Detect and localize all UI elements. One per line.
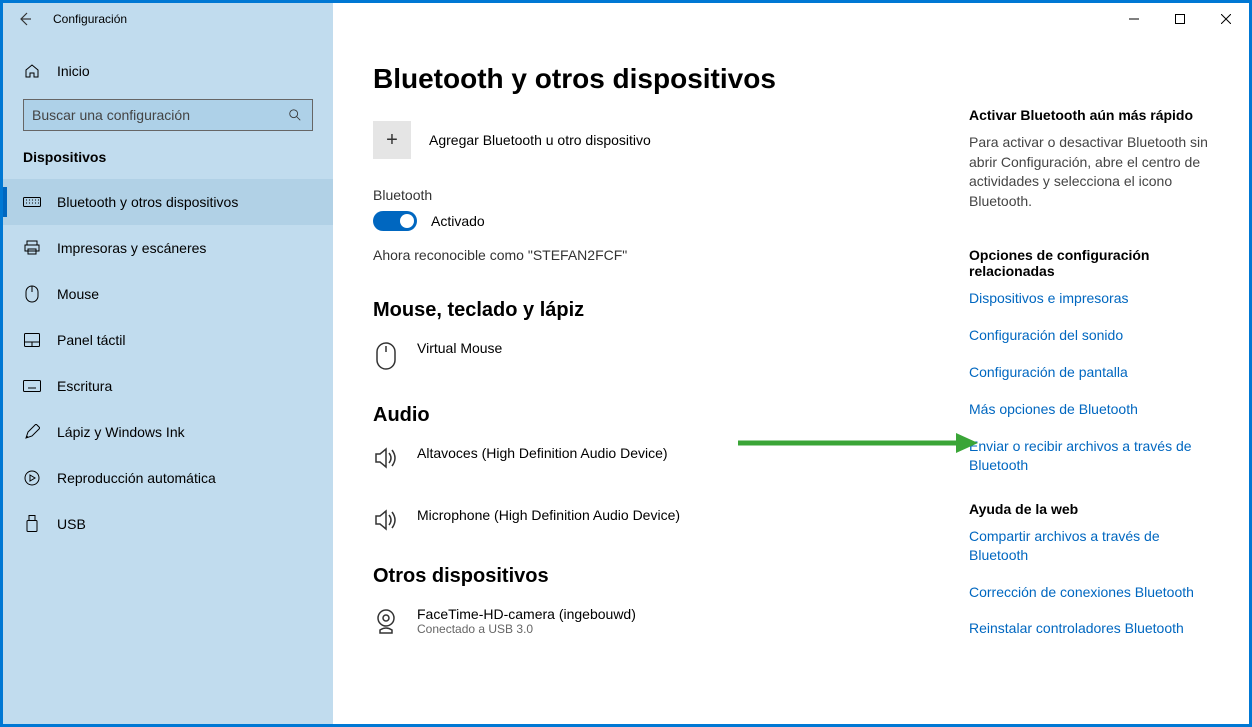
touchpad-icon [23,333,41,347]
typing-icon [23,380,41,392]
minimize-icon [1129,14,1139,24]
section-audio-heading: Audio [373,404,929,427]
section-other-heading: Otros dispositivos [373,565,929,588]
close-icon [1221,14,1231,24]
device-speakers[interactable]: Altavoces (High Definition Audio Device) [373,441,929,473]
sidebar-item-typing[interactable]: Escritura [3,363,333,409]
search-input[interactable] [32,107,288,123]
device-microphone[interactable]: Microphone (High Definition Audio Device… [373,503,929,535]
home-icon [23,63,41,79]
maximize-button[interactable] [1157,3,1203,35]
sidebar-item-label: Mouse [57,286,99,302]
pen-icon [23,424,41,440]
back-button[interactable] [3,3,47,35]
search-icon [288,108,304,122]
device-label: Microphone (High Definition Audio Device… [417,507,680,523]
link-fix-bt[interactable]: Corrección de conexiones Bluetooth [969,583,1209,602]
sidebar-item-printers[interactable]: Impresoras y escáneres [3,225,333,271]
sidebar-item-label: Lápiz y Windows Ink [57,424,185,440]
right-panel: Activar Bluetooth aún más rápido Para ac… [969,63,1209,704]
link-devices-printers[interactable]: Dispositivos e impresoras [969,289,1209,308]
bluetooth-label: Bluetooth [373,187,929,203]
sidebar-item-label: Impresoras y escáneres [57,240,206,256]
tip-text: Para activar o desactivar Bluetooth sin … [969,133,1209,211]
maximize-icon [1175,14,1185,24]
search-box[interactable] [23,99,313,131]
mouse-icon [23,285,41,303]
home-label: Inicio [57,63,90,79]
link-display-settings[interactable]: Configuración de pantalla [969,363,1209,382]
plus-icon: + [373,121,411,159]
sidebar-item-label: Panel táctil [57,332,125,348]
minimize-button[interactable] [1111,3,1157,35]
settings-window: Configuración Inicio [3,3,1249,724]
bluetooth-toggle-row: Activado [373,211,929,231]
device-label: Virtual Mouse [417,340,502,356]
keyboard-icon [23,195,41,209]
main-content: Bluetooth y otros dispositivos + Agregar… [373,63,929,704]
sidebar: Inicio Dispositivos Bluetooth y otros di… [3,35,333,724]
device-label: Altavoces (High Definition Audio Device) [417,445,668,461]
sidebar-item-autoplay[interactable]: Reproducción automática [3,455,333,501]
bluetooth-toggle[interactable] [373,211,417,231]
device-camera[interactable]: FaceTime-HD-camera (ingebouwd) Conectado… [373,602,929,640]
speaker-icon [373,445,399,469]
close-button[interactable] [1203,3,1249,35]
sidebar-item-label: USB [57,516,86,532]
section-mouse-heading: Mouse, teclado y lápiz [373,299,929,322]
sidebar-group: Dispositivos [3,149,333,179]
arrow-left-icon [17,11,33,27]
usb-icon [23,515,41,533]
sidebar-item-bluetooth[interactable]: Bluetooth y otros dispositivos [3,179,333,225]
link-send-receive-bt[interactable]: Enviar o recibir archivos a través de Bl… [969,437,1209,475]
titlebar: Configuración [3,3,1249,35]
speaker-icon [373,507,399,531]
sidebar-item-label: Bluetooth y otros dispositivos [57,194,238,210]
sidebar-item-label: Reproducción automática [57,470,216,486]
window-title: Configuración [47,12,127,26]
add-device-button[interactable]: + Agregar Bluetooth u otro dispositivo [373,121,929,159]
help-heading: Ayuda de la web [969,501,1209,517]
content: Inicio Dispositivos Bluetooth y otros di… [3,35,1249,724]
webcam-icon [373,606,399,634]
related-heading: Opciones de configuración relacionadas [969,247,1209,279]
device-virtual-mouse[interactable]: Virtual Mouse [373,336,929,374]
sidebar-item-pen[interactable]: Lápiz y Windows Ink [3,409,333,455]
sidebar-item-label: Escritura [57,378,112,394]
sidebar-item-touchpad[interactable]: Panel táctil [3,317,333,363]
sidebar-item-usb[interactable]: USB [3,501,333,547]
link-reinstall-bt[interactable]: Reinstalar controladores Bluetooth [969,619,1209,638]
main: Bluetooth y otros dispositivos + Agregar… [333,35,1249,724]
add-device-label: Agregar Bluetooth u otro dispositivo [429,132,651,148]
link-sound-settings[interactable]: Configuración del sonido [969,326,1209,345]
mouse-icon [373,340,399,370]
tip-heading: Activar Bluetooth aún más rápido [969,107,1209,123]
sidebar-home[interactable]: Inicio [3,51,333,91]
link-more-bluetooth[interactable]: Más opciones de Bluetooth [969,400,1209,419]
toggle-state: Activado [431,213,485,229]
link-share-bt[interactable]: Compartir archivos a través de Bluetooth [969,527,1209,565]
device-sublabel: Conectado a USB 3.0 [417,622,636,636]
window-controls [1111,3,1249,35]
page-title: Bluetooth y otros dispositivos [373,63,929,95]
printer-icon [23,240,41,256]
bluetooth-status: Ahora reconocible como "STEFAN2FCF" [373,247,929,263]
autoplay-icon [23,470,41,486]
device-label: FaceTime-HD-camera (ingebouwd) [417,606,636,622]
search-wrap [3,91,333,149]
sidebar-item-mouse[interactable]: Mouse [3,271,333,317]
